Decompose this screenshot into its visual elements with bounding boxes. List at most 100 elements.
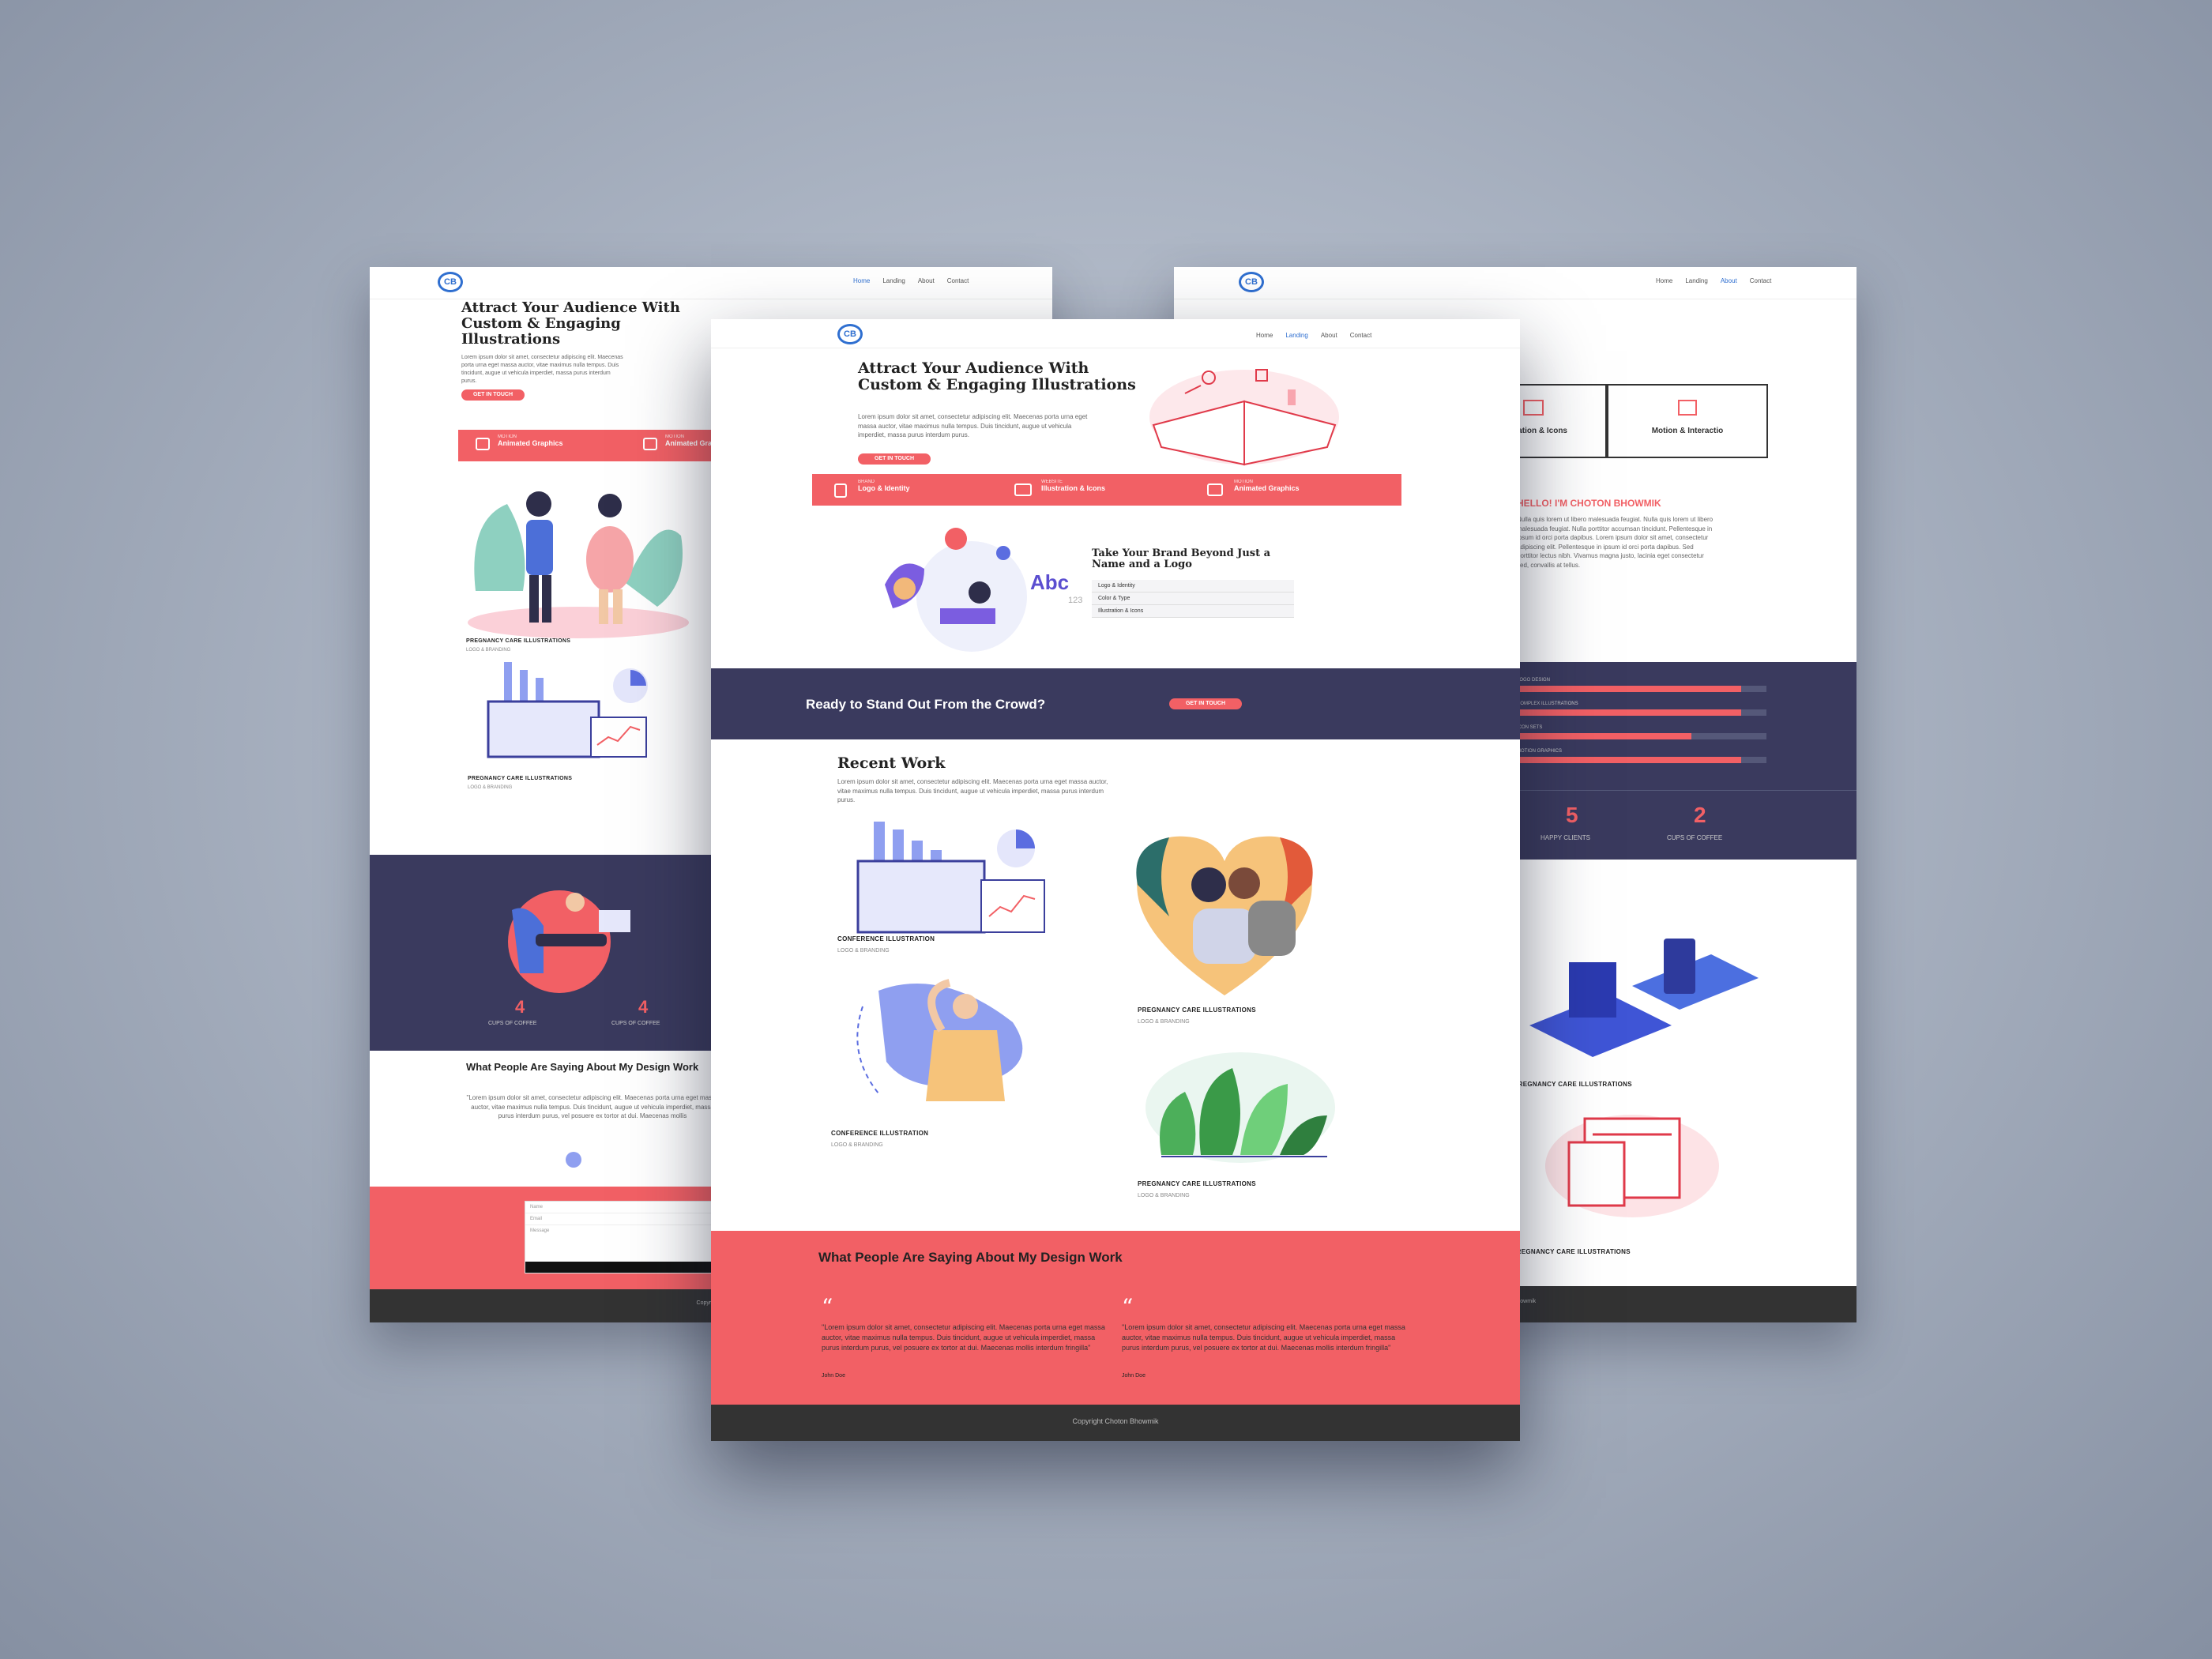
right-nav-contact[interactable]: Contact xyxy=(1750,277,1772,284)
browser-windows-illustration xyxy=(1545,1115,1719,1217)
service-illustration-icons[interactable]: WEBSITE Illustration & Icons xyxy=(1041,480,1105,492)
open-book-illustration xyxy=(1149,369,1339,466)
main-footer: Copyright Choton Bhowmik xyxy=(711,1405,1520,1441)
skill-bar-2 xyxy=(1517,709,1766,716)
testimonial-author-1: John Doe xyxy=(822,1373,845,1379)
plants-illustration xyxy=(1146,1052,1335,1163)
service-card-motion[interactable]: Motion & Interactio xyxy=(1607,384,1768,458)
edit-icon xyxy=(1207,483,1223,496)
nav-landing[interactable]: Landing xyxy=(1285,332,1307,339)
message-field[interactable]: Message xyxy=(525,1225,731,1251)
chair-person-illustration xyxy=(508,890,630,993)
left-nav: CB Home Landing About Contact xyxy=(370,267,1052,299)
conference-illustration xyxy=(856,822,1045,934)
pregnancy-illustration xyxy=(468,491,689,638)
right-nav-about[interactable]: About xyxy=(1721,277,1737,284)
service-card-label-2: Motion & Interactio xyxy=(1651,427,1724,435)
right-work-title-2[interactable]: PREGNANCY CARE ILLUSTRATIONS xyxy=(1512,1248,1631,1255)
left-work-title-2[interactable]: PREGNANCY CARE ILLUSTRATIONS xyxy=(468,776,572,781)
nav-about[interactable]: About xyxy=(1321,332,1337,339)
skill-label-2: COMPLEX ILLUSTRATIONS xyxy=(1517,702,1578,706)
nav-contact[interactable]: Contact xyxy=(1350,332,1372,339)
skill-label-3: ICON SETS xyxy=(1517,725,1543,730)
right-stat-label-1: HAPPY CLIENTS xyxy=(1540,834,1590,841)
left-stat-label-2: CUPS OF COFFEE xyxy=(611,1021,660,1026)
testimonial-author-2: John Doe xyxy=(1122,1373,1146,1379)
quote-icon: “ xyxy=(1122,1294,1134,1320)
left-testimonial-title: What People Are Saying About My Design W… xyxy=(466,1061,699,1073)
left-service-1: MOTION Animated Graphics xyxy=(498,434,563,447)
center-page: CB Home Landing About Contact Attract Yo… xyxy=(711,319,1520,1441)
left-stat-label-1: CUPS OF COFFEE xyxy=(488,1021,537,1026)
services-band: BRAND Logo & Identity WEBSITE Illustration… xyxy=(812,474,1401,506)
cta-text: Ready to Stand Out From the Crowd? xyxy=(806,697,1046,712)
quote-icon: “ xyxy=(822,1294,833,1320)
skill-label-1: LOGO DESIGN xyxy=(1517,678,1551,683)
work-sub-4: LOGO & BRANDING xyxy=(1138,1193,1190,1198)
name-field[interactable]: Name xyxy=(525,1202,731,1213)
hero-get-in-touch-button[interactable]: GET IN TOUCH xyxy=(858,453,931,465)
testimonials-band: What People Are Saying About My Design W… xyxy=(711,1231,1520,1405)
chart-laptop-illustration xyxy=(487,662,648,758)
brand-abc-text: Abc xyxy=(1030,570,1070,594)
testimonial-quote-1: "Lorem ipsum dolor sit amet, consectetur… xyxy=(822,1323,1105,1352)
left-nav-landing[interactable]: Landing xyxy=(882,277,905,284)
cta-band: Ready to Stand Out From the Crowd? GET I… xyxy=(711,668,1520,739)
work-sub-3: LOGO & BRANDING xyxy=(831,1142,883,1148)
edit-icon xyxy=(1678,400,1697,416)
hero-text: Lorem ipsum dolor sit amet, consectetur … xyxy=(858,413,1088,439)
work-title-2[interactable]: PREGNANCY CARE ILLUSTRATIONS xyxy=(1138,1006,1256,1014)
edit-icon xyxy=(643,438,657,450)
work-sub-1: LOGO & BRANDING xyxy=(837,948,890,954)
left-contact-form: Name Email Message Se xyxy=(525,1201,732,1273)
work-sub-2: LOGO & BRANDING xyxy=(1138,1019,1190,1025)
right-logo[interactable]: CB xyxy=(1239,272,1264,292)
brand-title: Take Your Brand Beyond Just a Name and a… xyxy=(1092,547,1271,571)
main-nav: CB Home Landing About Contact xyxy=(711,319,1520,348)
stretching-illustration xyxy=(856,979,1023,1101)
left-work-title-1[interactable]: PREGNANCY CARE ILLUSTRATIONS xyxy=(466,638,570,644)
brand-item-3: Illustration & Icons xyxy=(1092,605,1294,618)
left-testimonial-text: "Lorem ipsum dolor sit amet, consectetur… xyxy=(466,1094,719,1120)
right-stat-num-1: 5 xyxy=(1566,803,1578,827)
isometric-devices-illustration xyxy=(1529,939,1759,1057)
nav-home[interactable]: Home xyxy=(1256,332,1273,339)
left-logo[interactable]: CB xyxy=(438,272,463,292)
service-logo-identity[interactable]: BRAND Logo & Identity xyxy=(858,480,910,492)
bookmark-icon xyxy=(834,483,847,498)
brand-list: Logo & Identity Color & Type Illustratio… xyxy=(1092,580,1294,618)
avatar xyxy=(566,1152,581,1168)
service-animated-graphics[interactable]: MOTION Animated Graphics xyxy=(1234,480,1300,492)
brand-item-2: Color & Type xyxy=(1092,592,1294,605)
testimonial-quote-2: "Lorem ipsum dolor sit amet, consectetur… xyxy=(1122,1323,1405,1352)
right-stat-num-2: 2 xyxy=(1694,803,1706,827)
submit-button[interactable]: Se xyxy=(525,1262,731,1273)
image-icon xyxy=(1523,400,1544,416)
recent-work-text: Lorem ipsum dolor sit amet, consectetur … xyxy=(837,778,1108,804)
email-field[interactable]: Email xyxy=(525,1213,731,1225)
right-nav-landing[interactable]: Landing xyxy=(1685,277,1707,284)
left-stat-num-1: 4 xyxy=(515,997,525,1017)
right-stat-label-2: CUPS OF COFFEE xyxy=(1667,834,1723,841)
main-copyright: Copyright Choton Bhowmik xyxy=(1072,1417,1159,1425)
left-nav-contact[interactable]: Contact xyxy=(947,277,969,284)
brand-123-text: 123 xyxy=(1068,596,1083,605)
left-nav-home[interactable]: Home xyxy=(853,277,870,284)
skill-bar-4 xyxy=(1517,757,1766,763)
work-title-3[interactable]: CONFERENCE ILLUSTRATION xyxy=(831,1130,928,1137)
recent-work-title: Recent Work xyxy=(837,754,946,772)
work-title-4[interactable]: PREGNANCY CARE ILLUSTRATIONS xyxy=(1138,1180,1256,1187)
testimonials-title: What People Are Saying About My Design W… xyxy=(818,1250,1123,1265)
image-icon xyxy=(1014,483,1032,496)
hero-title: Attract Your Audience With Custom & Enga… xyxy=(858,359,1136,393)
left-work-sub-2: LOGO & BRANDING xyxy=(468,785,513,790)
left-hero-title: Attract Your Audience With Custom & Enga… xyxy=(461,299,680,348)
work-title-1[interactable]: CONFERENCE ILLUSTRATION xyxy=(837,935,935,942)
left-nav-about[interactable]: About xyxy=(918,277,935,284)
left-hero-button[interactable]: GET IN TOUCH xyxy=(461,389,525,401)
right-nav-home[interactable]: Home xyxy=(1656,277,1672,284)
left-work-sub-1: LOGO & BRANDING xyxy=(466,648,511,653)
main-logo[interactable]: CB xyxy=(837,324,863,344)
right-work-title-1[interactable]: PREGNANCY CARE ILLUSTRATIONS xyxy=(1514,1081,1632,1088)
cta-get-in-touch-button[interactable]: GET IN TOUCH xyxy=(1169,698,1242,709)
